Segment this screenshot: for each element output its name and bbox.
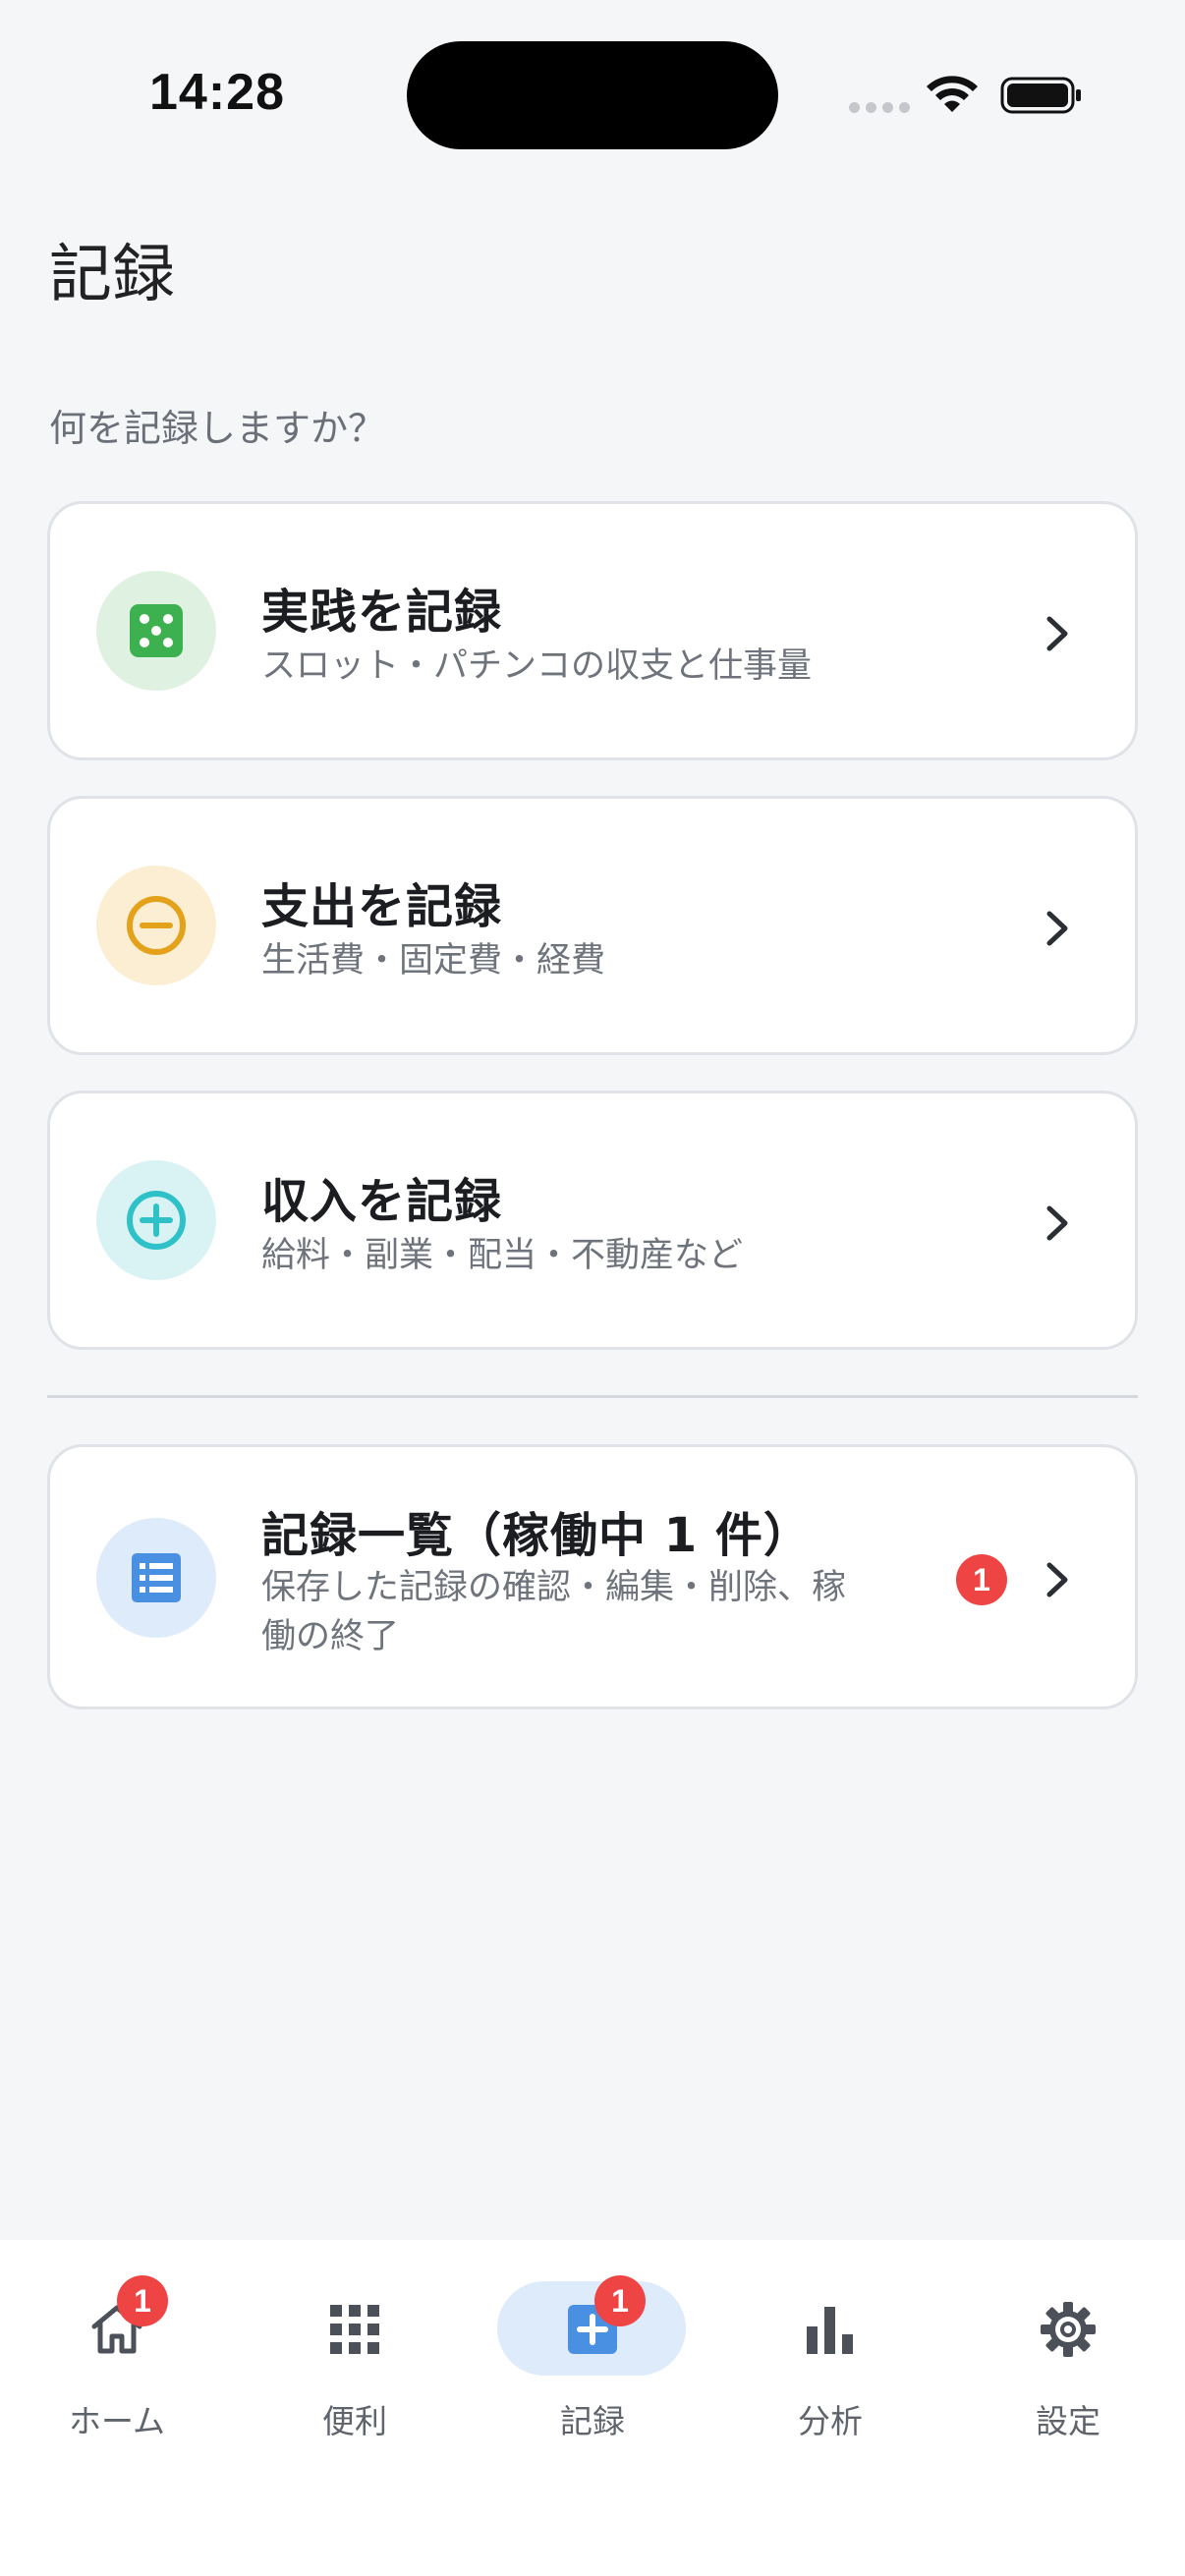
card-subtitle: 給料・副業・配当・不動産など: [261, 1236, 744, 1275]
tab-badge: 1: [594, 2275, 646, 2326]
tab-bar: 1 ホーム 便利 1 記録 分析 設定: [0, 2240, 1185, 2576]
battery-icon: [1000, 77, 1081, 114]
tab-record[interactable]: 1 記録: [494, 2240, 691, 2440]
active-count-badge: 1: [956, 1554, 1007, 1605]
grid-icon: [330, 2305, 379, 2354]
card-subtitle: 生活費・固定費・経費: [261, 941, 606, 980]
wifi-icon: [927, 76, 978, 112]
status-time: 14:28: [149, 64, 285, 121]
tab-label: 分析: [798, 2402, 863, 2440]
tab-label: 記録: [560, 2402, 625, 2440]
card-title: 収入を記録: [261, 1174, 503, 1229]
record-list-card[interactable]: 記録一覧（稼働中 1 件） 保存した記録の確認・編集・削除、稼 働の終了 1: [47, 1444, 1138, 1709]
status-bar: 14:28: [0, 0, 1185, 187]
section-divider: [47, 1395, 1138, 1398]
card-title: 記録一覧（稼働中 1 件）: [261, 1508, 812, 1563]
tab-settings[interactable]: 設定: [970, 2240, 1166, 2440]
chevron-right-icon: [1046, 1205, 1068, 1241]
chevron-right-icon: [1046, 616, 1068, 651]
gear-icon: [1041, 2302, 1096, 2357]
tab-tools[interactable]: 便利: [256, 2240, 453, 2440]
record-expense-card[interactable]: 支出を記録 生活費・固定費・経費: [47, 796, 1138, 1055]
tab-label: 設定: [1036, 2402, 1100, 2440]
list-icon: [96, 1518, 216, 1638]
tab-label: ホーム: [68, 2402, 165, 2440]
record-income-card[interactable]: 収入を記録 給料・副業・配当・不動産など: [47, 1091, 1138, 1350]
card-title: 支出を記録: [261, 879, 503, 934]
page-title: 記録: [49, 239, 175, 311]
tab-label: 便利: [322, 2402, 387, 2440]
card-subtitle-line2: 働の終了: [261, 1617, 400, 1656]
dynamic-island: [407, 41, 778, 149]
card-subtitle: スロット・パチンコの収支と仕事量: [261, 646, 813, 686]
page-prompt: 何を記録しますか？: [49, 407, 386, 450]
dice-icon: [96, 571, 216, 691]
tab-home[interactable]: 1 ホーム: [19, 2240, 215, 2440]
record-practice-card[interactable]: 実践を記録 スロット・パチンコの収支と仕事量: [47, 501, 1138, 760]
cellular-signal-icon: [849, 102, 910, 113]
chevron-right-icon: [1046, 911, 1068, 946]
plus-circle-icon: [96, 1160, 216, 1280]
tab-badge: 1: [117, 2275, 168, 2326]
tab-analysis[interactable]: 分析: [732, 2240, 929, 2440]
card-subtitle-line1: 保存した記録の確認・編集・削除、稼: [261, 1568, 847, 1607]
chevron-right-icon: [1046, 1562, 1068, 1597]
bar-chart-icon: [807, 2307, 853, 2354]
card-title: 実践を記録: [261, 585, 503, 640]
minus-circle-icon: [96, 866, 216, 985]
